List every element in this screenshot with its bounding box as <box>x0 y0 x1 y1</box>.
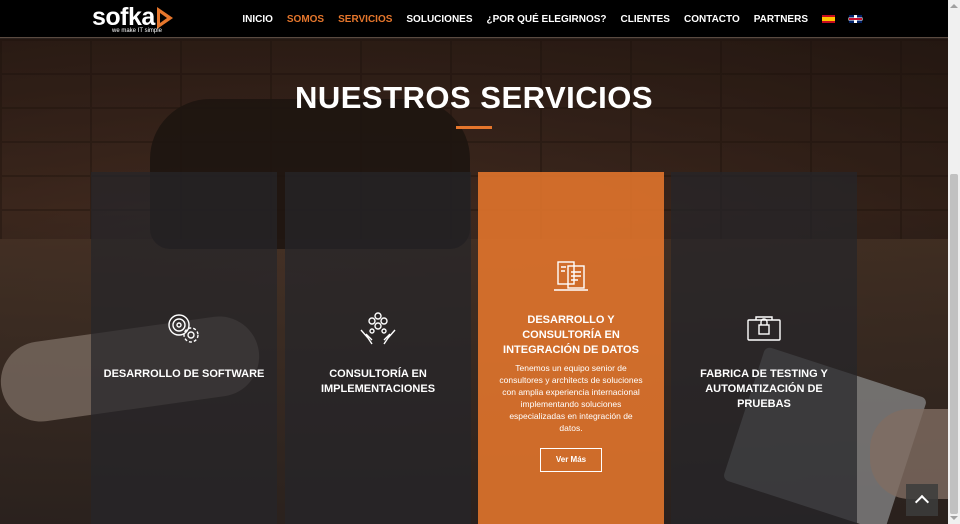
documents-icon <box>554 261 588 291</box>
hands-network-icon <box>360 312 396 345</box>
ver-mas-button[interactable]: Ver Más <box>540 448 602 472</box>
nav-servicios[interactable]: SERVICIOS <box>338 14 392 25</box>
top-navigation: sofka we make IT simple INICIO SOMOS SER… <box>0 0 948 38</box>
scroll-up-arrow-icon[interactable] <box>950 4 958 8</box>
section-title: NUESTROS SERVICIOS <box>294 80 654 115</box>
logo-arrow-icon <box>156 7 173 29</box>
nav-por-que-elegirnos[interactable]: ¿POR QUÉ ELEGIRNOS? <box>487 14 607 25</box>
card-title: DESARROLLO Y CONSULTORÍA EN INTEGRACIÓN … <box>503 314 639 356</box>
logo[interactable]: sofka we make IT simple <box>92 4 173 36</box>
uk-flag-icon[interactable] <box>849 15 862 23</box>
page-scrollbar[interactable] <box>948 0 960 524</box>
scroll-to-top-button[interactable] <box>906 484 938 516</box>
es-flag-icon[interactable] <box>822 15 835 23</box>
card-description: Tenemos un equipo senior de consultores … <box>499 363 643 433</box>
logo-word: sofka <box>92 3 155 31</box>
card-title: CONSULTORÍA EN IMPLEMENTACIONES <box>320 368 436 395</box>
logo-tagline: we make IT simple <box>112 28 162 34</box>
service-card-integracion[interactable]: DESARROLLO Y CONSULTORÍA EN INTEGRACIÓN … <box>478 172 664 524</box>
card-title: FABRICA DE TESTING Y AUTOMATIZACIÓN DE P… <box>700 368 828 410</box>
main-menu: INICIO SOMOS SERVICIOS SOLUCIONES ¿POR Q… <box>228 0 862 38</box>
nav-soluciones[interactable]: SOLUCIONES <box>406 14 472 25</box>
card-title: DESARROLLO DE SOFTWARE <box>103 368 265 380</box>
service-card-testing[interactable]: FABRICA DE TESTING Y AUTOMATIZACIÓN DE P… <box>671 172 857 524</box>
nav-contacto[interactable]: CONTACTO <box>684 14 740 25</box>
nav-clientes[interactable]: CLIENTES <box>621 14 670 25</box>
scrollbar-thumb[interactable] <box>950 174 958 514</box>
nav-somos[interactable]: SOMOS <box>287 14 324 25</box>
testing-lock-icon <box>747 316 781 341</box>
nav-inicio[interactable]: INICIO <box>242 14 273 25</box>
gears-icon <box>168 314 199 343</box>
title-underline <box>456 126 492 129</box>
service-card-consultoria[interactable]: CONSULTORÍA EN IMPLEMENTACIONES <box>285 172 471 524</box>
scroll-down-arrow-icon[interactable] <box>950 516 958 520</box>
nav-partners[interactable]: PARTNERS <box>754 14 808 25</box>
service-card-software[interactable]: DESARROLLO DE SOFTWARE <box>91 172 277 524</box>
